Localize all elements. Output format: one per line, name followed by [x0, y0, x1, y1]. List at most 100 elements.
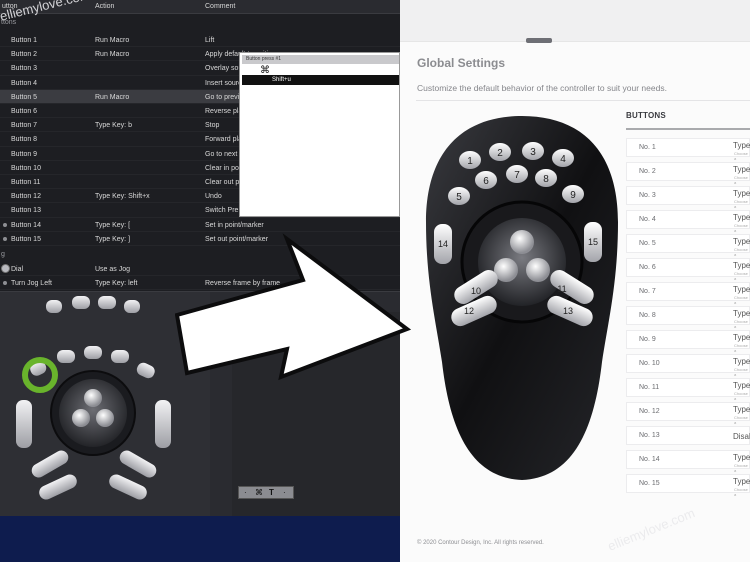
- action-cell: Run Macro: [95, 93, 130, 101]
- preview-key[interactable]: [84, 346, 102, 359]
- button-setting-row[interactable]: No. 3 Type Choose a: [626, 186, 750, 209]
- button-number: No. 7: [639, 288, 656, 295]
- controller-image: 1 2 3 4 5 6 7 8 9 14 15 10 11 12 13: [426, 116, 618, 480]
- button-name: Dial: [11, 266, 24, 273]
- copyright-text: © 2020 Contour Design, Inc. All rights r…: [417, 540, 544, 546]
- key-editor-toolbar: · ⌘ T ·: [238, 486, 294, 499]
- key-1[interactable]: 1: [459, 151, 481, 169]
- button-name: Button 1: [11, 37, 38, 44]
- keystroke-item-selected[interactable]: Shift+u: [242, 75, 399, 85]
- command-key-icon[interactable]: ⌘: [255, 488, 263, 497]
- buttons-column-header: BUTTONS: [626, 111, 666, 120]
- action-type-select[interactable]: Type: [733, 333, 750, 342]
- button-setting-row[interactable]: No. 15 Type Choose a: [626, 474, 750, 497]
- action-type-select[interactable]: Type: [733, 357, 750, 366]
- key-8[interactable]: 8: [535, 169, 557, 187]
- comment-cell: Lift: [205, 37, 215, 44]
- key-3[interactable]: 3: [522, 142, 544, 160]
- section-buttons-label: ttons: [1, 19, 17, 26]
- key-label: 3: [530, 147, 536, 158]
- action-hint: Choose a: [734, 391, 748, 401]
- button-number: No. 8: [639, 312, 656, 319]
- action-type-select[interactable]: Type: [733, 237, 750, 246]
- button-number: No. 9: [639, 336, 656, 343]
- button-setting-row[interactable]: No. 13 Disal: [626, 426, 750, 445]
- composite-screenshot: utton Action Comment ttons Button 1 Run M…: [0, 0, 750, 562]
- preview-key[interactable]: [124, 300, 140, 313]
- action-type-select[interactable]: Type: [733, 381, 750, 390]
- action-cell: Type Key: Shift+x: [95, 193, 150, 201]
- preview-key[interactable]: [72, 296, 90, 309]
- key-2[interactable]: 2: [489, 143, 511, 161]
- button-setting-row[interactable]: No. 4 Type Choose a: [626, 210, 750, 233]
- action-type-select[interactable]: Type: [733, 285, 750, 294]
- key-6[interactable]: 6: [475, 171, 497, 189]
- bullet-icon: [3, 281, 7, 286]
- button-number: No. 14: [639, 456, 660, 463]
- action-type-select[interactable]: Type: [733, 141, 750, 150]
- button-setting-row[interactable]: No. 7 Type Choose a: [626, 282, 750, 305]
- key-label: 11: [557, 284, 566, 294]
- action-type-select[interactable]: Type: [733, 213, 750, 222]
- page-title: Global Settings: [417, 56, 506, 70]
- action-type-select[interactable]: Type: [733, 477, 750, 486]
- button-setting-row[interactable]: No. 9 Type Choose a: [626, 330, 750, 353]
- key-14[interactable]: 14: [434, 224, 452, 264]
- button-name: Button 4: [11, 79, 38, 87]
- action-type-select[interactable]: Type: [733, 405, 750, 414]
- button-setting-row[interactable]: No. 6 Type Choose a: [626, 258, 750, 281]
- button-setting-row[interactable]: No. 14 Type Choose a: [626, 450, 750, 473]
- button-number: No. 11: [639, 384, 660, 391]
- button-setting-row[interactable]: No. 12 Type Choose a: [626, 402, 750, 425]
- action-cell: Run Macro: [95, 51, 130, 59]
- key-label: 13: [563, 306, 573, 316]
- text-key-icon[interactable]: T: [269, 488, 274, 497]
- key-label: 1: [467, 156, 473, 167]
- action-type-select[interactable]: Type: [733, 189, 750, 198]
- button-number: No. 13: [639, 432, 660, 439]
- button-name: Button 10: [11, 164, 41, 172]
- button-number: No. 6: [639, 264, 656, 271]
- preview-side-key[interactable]: [16, 400, 32, 448]
- action-type-select[interactable]: Type: [733, 165, 750, 174]
- preview-key[interactable]: [57, 350, 75, 363]
- preview-key[interactable]: [111, 350, 129, 363]
- button-setting-row[interactable]: No. 1 Type Choose a: [626, 138, 750, 161]
- toolbar-dot-icon[interactable]: ·: [244, 488, 247, 497]
- action-type-select[interactable]: Type: [733, 309, 750, 318]
- toolbar-dot-icon[interactable]: ·: [283, 488, 286, 497]
- comment-cell: Stop: [205, 122, 220, 130]
- button-setting-row[interactable]: No. 2 Type Choose a: [626, 162, 750, 185]
- preview-key[interactable]: [46, 300, 62, 313]
- action-cell: Type Key: [: [95, 221, 131, 229]
- key-5[interactable]: 5: [448, 187, 470, 205]
- button-name: Button 9: [11, 150, 38, 158]
- button-name: Button 6: [11, 108, 38, 115]
- button-name: Turn Jog Left: [11, 280, 52, 288]
- button-name: Button 7: [11, 122, 38, 130]
- action-type-select[interactable]: Type: [733, 453, 750, 462]
- button-name: Button 12: [11, 193, 41, 201]
- preview-side-key[interactable]: [155, 400, 171, 448]
- action-type-select[interactable]: Disal: [733, 432, 750, 441]
- key-label: 9: [570, 190, 576, 201]
- action-hint: Choose a: [734, 319, 748, 329]
- key-label: 15: [588, 237, 598, 247]
- button-setting-row[interactable]: No. 11 Type Choose a: [626, 378, 750, 401]
- key-7[interactable]: 7: [506, 165, 528, 183]
- button-setting-row[interactable]: No. 8 Type Choose a: [626, 306, 750, 329]
- key-15[interactable]: 15: [584, 222, 602, 262]
- key-4[interactable]: 4: [552, 149, 574, 167]
- key-9[interactable]: 9: [562, 185, 584, 203]
- table-row[interactable]: Button 1 Run Macro Lift: [0, 33, 400, 48]
- preview-key[interactable]: [98, 296, 116, 309]
- col-action-header[interactable]: Action: [95, 3, 114, 10]
- col-comment-header[interactable]: Comment: [205, 3, 235, 10]
- action-type-select[interactable]: Type: [733, 261, 750, 270]
- key-label: 12: [464, 306, 474, 316]
- button-name: Button 15: [11, 235, 41, 243]
- keystroke-list[interactable]: Button press #1 ⌘ Shift+u: [239, 52, 400, 217]
- button-setting-row[interactable]: No. 10 Type Choose a: [626, 354, 750, 377]
- dial-icon: [1, 264, 10, 273]
- button-setting-row[interactable]: No. 5 Type Choose a: [626, 234, 750, 257]
